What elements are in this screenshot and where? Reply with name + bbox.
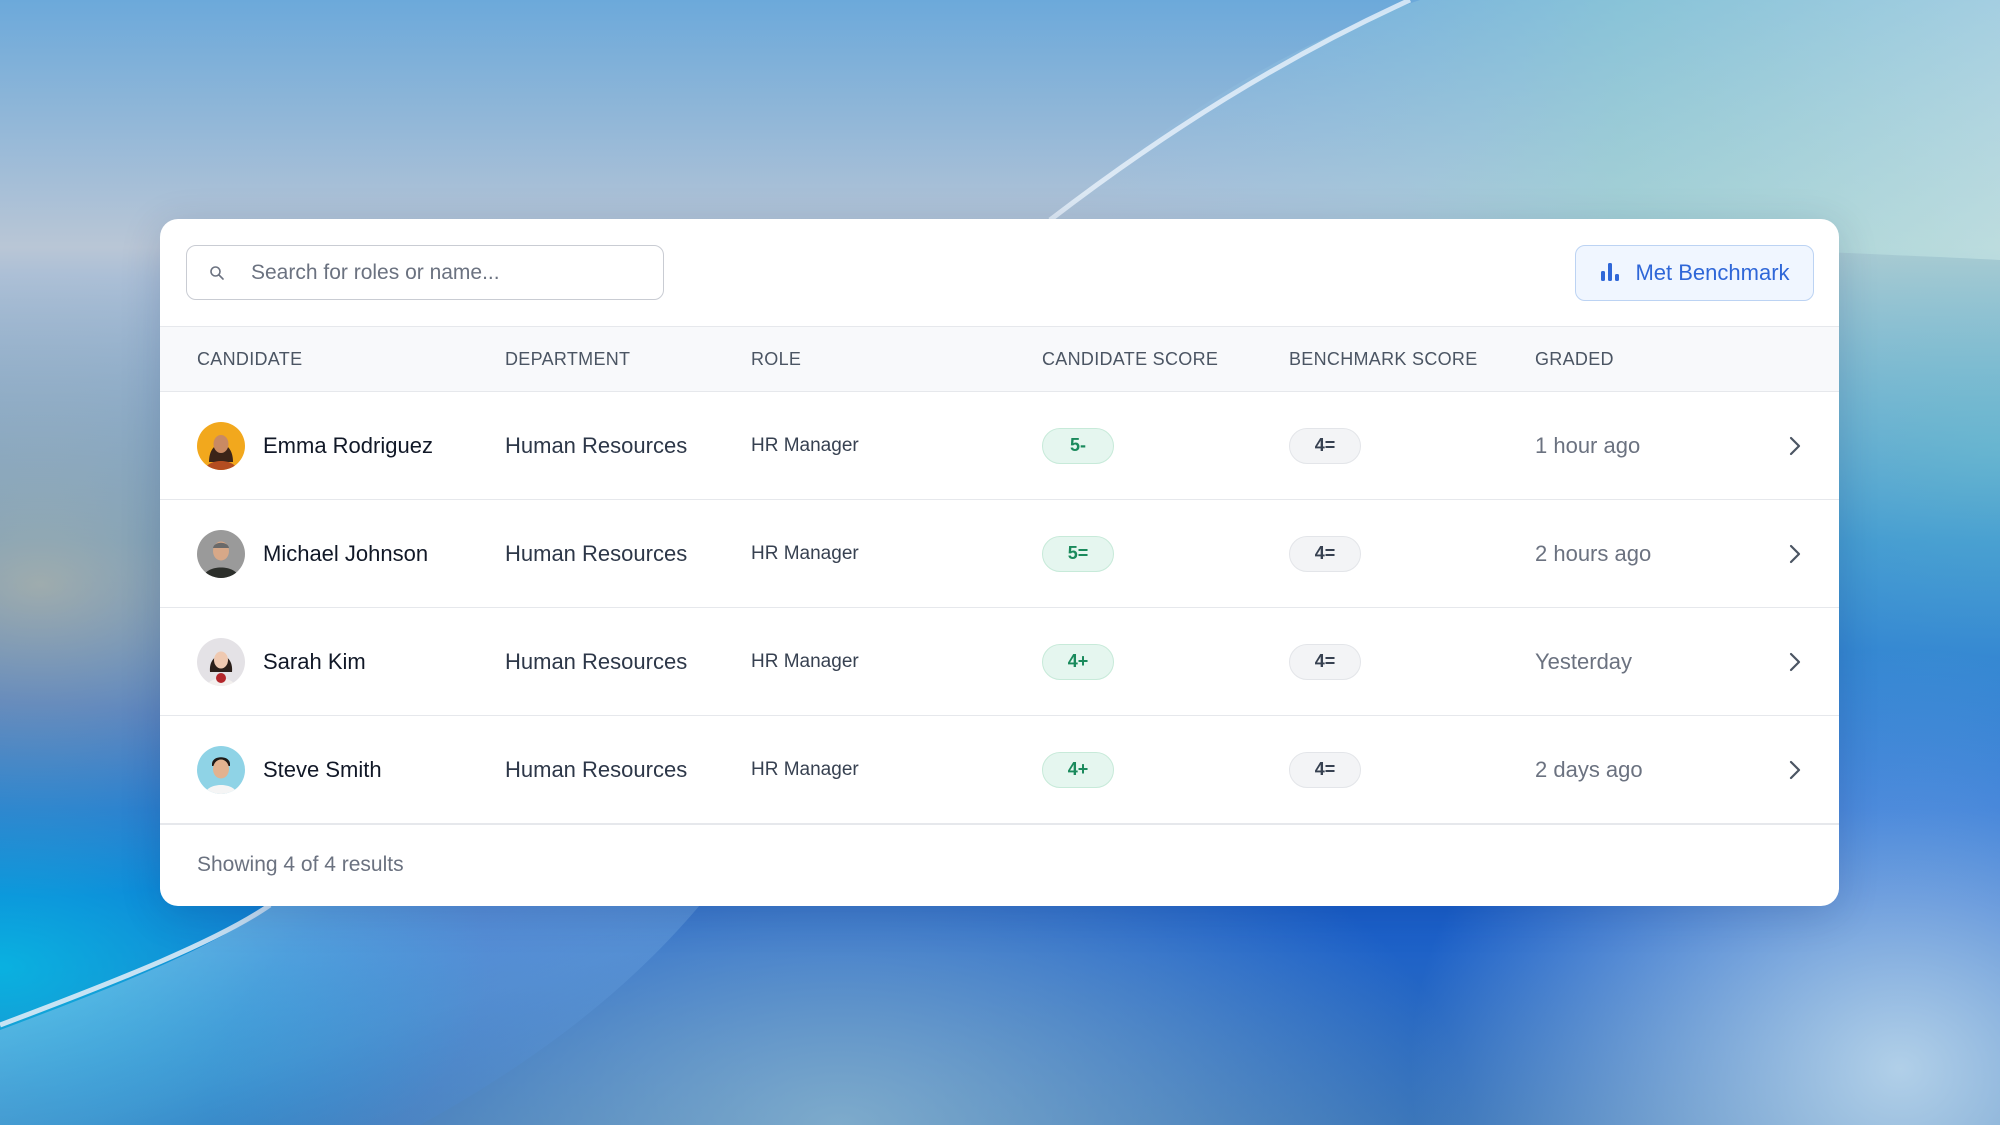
candidate-cell: Sarah Kim bbox=[197, 608, 366, 715]
candidate-cell: Michael Johnson bbox=[197, 500, 428, 607]
department-text: Human Resources bbox=[505, 432, 688, 458]
chevron-right-icon[interactable] bbox=[1788, 500, 1802, 607]
candidate-score-cell: 4+ bbox=[1042, 716, 1114, 823]
department-cell: Human Resources bbox=[505, 392, 687, 499]
benchmark-score-badge: 4= bbox=[1289, 751, 1361, 788]
candidate-name: Emma Rodriguez bbox=[263, 432, 433, 458]
candidate-score-badge: 4+ bbox=[1042, 751, 1114, 788]
table-header: CANDIDATE DEPARTMENT ROLE CANDIDATE SCOR… bbox=[160, 327, 1839, 392]
candidate-score-cell: 4+ bbox=[1042, 608, 1114, 715]
candidate-score-cell: 5= bbox=[1042, 500, 1114, 607]
search-box[interactable] bbox=[186, 245, 664, 300]
toolbar: Met Benchmark bbox=[160, 219, 1839, 327]
header-department[interactable]: DEPARTMENT bbox=[505, 327, 630, 391]
header-candidate-score[interactable]: CANDIDATE SCORE bbox=[1042, 327, 1218, 391]
role-text: HR Manager bbox=[751, 434, 859, 456]
candidate-cell: Emma Rodriguez bbox=[197, 392, 433, 499]
met-benchmark-label: Met Benchmark bbox=[1635, 260, 1790, 285]
table-row[interactable]: Emma Rodriguez Human Resources HR Manage… bbox=[160, 392, 1839, 500]
candidate-score-cell: 5- bbox=[1042, 392, 1114, 499]
benchmark-score-cell: 4= bbox=[1289, 500, 1361, 607]
table-row[interactable]: Sarah Kim Human Resources HR Manager 4+ … bbox=[160, 608, 1839, 716]
bar-chart-icon bbox=[1599, 260, 1621, 287]
department-cell: Human Resources bbox=[505, 500, 687, 607]
chevron-right-icon[interactable] bbox=[1788, 716, 1802, 823]
benchmark-score-cell: 4= bbox=[1289, 716, 1361, 823]
graded-time: 1 hour ago bbox=[1535, 432, 1641, 458]
table-row[interactable]: Michael Johnson Human Resources HR Manag… bbox=[160, 500, 1839, 608]
role-cell: HR Manager bbox=[751, 500, 859, 607]
results-count: Showing 4 of 4 results bbox=[197, 853, 404, 876]
avatar bbox=[197, 529, 245, 578]
role-text: HR Manager bbox=[751, 650, 859, 672]
role-cell: HR Manager bbox=[751, 392, 859, 499]
role-text: HR Manager bbox=[751, 758, 859, 780]
search-input[interactable] bbox=[249, 259, 633, 286]
graded-cell: 1 hour ago bbox=[1535, 392, 1640, 499]
met-benchmark-button[interactable]: Met Benchmark bbox=[1575, 245, 1814, 301]
header-graded[interactable]: GRADED bbox=[1535, 327, 1614, 391]
candidate-score-badge: 4+ bbox=[1042, 643, 1114, 680]
graded-time: Yesterday bbox=[1535, 648, 1633, 674]
department-cell: Human Resources bbox=[505, 608, 687, 715]
benchmark-score-badge: 4= bbox=[1289, 427, 1361, 464]
graded-cell: 2 days ago bbox=[1535, 716, 1643, 823]
candidate-score-badge: 5= bbox=[1042, 535, 1114, 572]
role-cell: HR Manager bbox=[751, 608, 859, 715]
header-benchmark-score[interactable]: BENCHMARK SCORE bbox=[1289, 327, 1478, 391]
department-text: Human Resources bbox=[505, 540, 688, 566]
graded-time: 2 days ago bbox=[1535, 756, 1643, 782]
chevron-right-icon[interactable] bbox=[1788, 608, 1802, 715]
candidate-name: Steve Smith bbox=[263, 756, 382, 782]
candidate-score-badge: 5- bbox=[1042, 427, 1114, 464]
avatar bbox=[197, 421, 245, 470]
graded-cell: Yesterday bbox=[1535, 608, 1632, 715]
benchmark-score-badge: 4= bbox=[1289, 535, 1361, 572]
department-cell: Human Resources bbox=[505, 716, 687, 823]
candidate-cell: Steve Smith bbox=[197, 716, 382, 823]
chevron-right-icon[interactable] bbox=[1788, 392, 1802, 499]
table-footer: Showing 4 of 4 results bbox=[160, 824, 1839, 905]
candidate-name: Michael Johnson bbox=[263, 540, 429, 566]
header-candidate[interactable]: CANDIDATE bbox=[197, 327, 302, 391]
avatar bbox=[197, 637, 245, 686]
avatar bbox=[197, 745, 245, 794]
department-text: Human Resources bbox=[505, 756, 688, 782]
graded-cell: 2 hours ago bbox=[1535, 500, 1651, 607]
table-row[interactable]: Steve Smith Human Resources HR Manager 4… bbox=[160, 716, 1839, 824]
candidates-panel: Met Benchmark CANDIDATE DEPARTMENT ROLE … bbox=[160, 219, 1839, 906]
role-text: HR Manager bbox=[751, 542, 859, 564]
role-cell: HR Manager bbox=[751, 716, 859, 823]
benchmark-score-cell: 4= bbox=[1289, 392, 1361, 499]
benchmark-score-cell: 4= bbox=[1289, 608, 1361, 715]
header-role[interactable]: ROLE bbox=[751, 327, 801, 391]
candidate-name: Sarah Kim bbox=[263, 648, 366, 674]
department-text: Human Resources bbox=[505, 648, 688, 674]
graded-time: 2 hours ago bbox=[1535, 540, 1652, 566]
benchmark-score-badge: 4= bbox=[1289, 643, 1361, 680]
search-icon bbox=[203, 265, 231, 281]
